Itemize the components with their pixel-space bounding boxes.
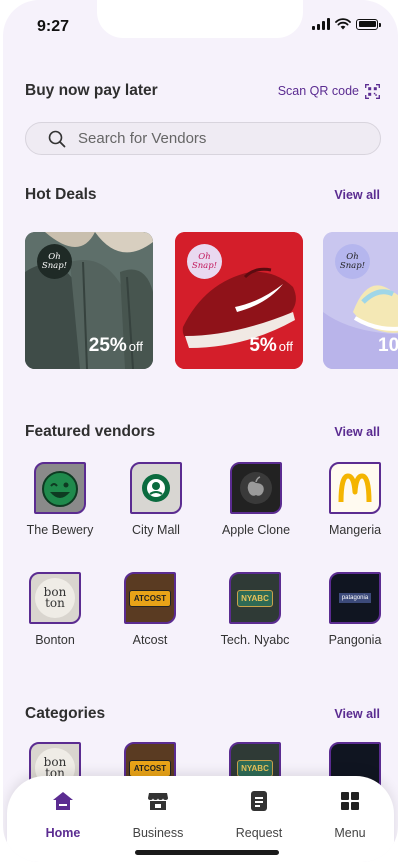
grid-icon — [341, 792, 359, 810]
patagonia-logo-text: patagonia — [338, 593, 372, 603]
battery-icon — [356, 18, 381, 30]
atcost-logo-text: ATCOST — [128, 759, 172, 777]
qr-code-icon — [365, 83, 380, 99]
vendor-name: Atcost — [132, 633, 168, 647]
scan-qr-label: Scan QR code — [277, 84, 359, 98]
vendor-name: Pangonia — [328, 633, 382, 647]
categories-title: Categories — [25, 705, 106, 722]
bnpl-title: Buy now pay later — [25, 82, 158, 99]
oh-snap-badge: Oh Snap! — [335, 244, 370, 279]
status-time: 9:27 — [37, 18, 70, 35]
deal-discount: 25% off — [89, 335, 143, 357]
nyabc-icon: NYABC — [229, 572, 281, 624]
hot-deals-carousel[interactable]: Oh Snap! 25% off Oh Snap! 5% off Oh Snap… — [3, 232, 398, 370]
apple-icon — [230, 462, 282, 514]
deal-suffix: off — [278, 339, 293, 354]
bonton-icon: bon ton — [29, 572, 81, 624]
search-icon — [48, 130, 66, 147]
featured-vendors-header: Featured vendors View all — [25, 423, 380, 441]
bnpl-header: Buy now pay later Scan QR code — [25, 82, 380, 100]
categories-view-all-link[interactable]: View all — [334, 707, 380, 721]
vendor-tech-nyabc[interactable]: NYABC Tech. Nyabc — [210, 572, 300, 647]
oh-snap-badge: Oh Snap! — [37, 244, 72, 279]
vendor-name: Apple Clone — [221, 523, 291, 537]
home-icon — [53, 792, 73, 810]
hot-deals-title: Hot Deals — [25, 186, 97, 203]
vendor-bonton[interactable]: bon ton Bonton — [10, 572, 100, 647]
deal-percent: 10 — [378, 335, 398, 356]
app-screen: 9:27 Buy now pay later Scan QR code Sear… — [3, 0, 398, 862]
wifi-icon — [335, 18, 351, 30]
mcdonalds-icon — [329, 462, 381, 514]
store-icon — [148, 793, 168, 810]
deal-card[interactable]: Oh Snap! 10 — [323, 232, 398, 369]
vendor-atcost[interactable]: ATCOST Atcost — [105, 572, 195, 647]
nav-label: Home — [45, 826, 81, 840]
status-bar: 9:27 — [3, 0, 398, 52]
deal-discount: 5% off — [249, 335, 293, 357]
vendor-the-bewery[interactable]: The Bewery — [15, 462, 105, 537]
nyabc-logo-text: NYABC — [237, 759, 273, 777]
deal-card[interactable]: Oh Snap! 25% off — [25, 232, 153, 369]
vendor-pangonia[interactable]: patagonia Pangonia — [310, 572, 398, 647]
deal-percent: 5% — [249, 335, 277, 356]
deal-card[interactable]: Oh Snap! 5% off — [175, 232, 303, 369]
deal-suffix: off — [128, 339, 143, 354]
vendor-name: Bonton — [35, 633, 75, 647]
home-indicator[interactable] — [135, 850, 279, 855]
notch — [97, 0, 303, 38]
nav-label: Business — [132, 826, 184, 840]
vendor-apple-clone[interactable]: Apple Clone — [211, 462, 301, 537]
vendor-name: The Bewery — [26, 523, 94, 537]
nav-business[interactable]: Business — [123, 790, 193, 840]
atcost-logo-text: ATCOST — [128, 589, 172, 607]
beer-smiley-icon — [34, 462, 86, 514]
scan-qr-button[interactable]: Scan QR code — [277, 83, 380, 99]
hot-deals-header: Hot Deals View all — [25, 186, 380, 204]
deal-badge-text: Oh Snap! — [191, 251, 218, 271]
featured-vendors-view-all-link[interactable]: View all — [334, 425, 380, 439]
nav-menu[interactable]: Menu — [315, 790, 385, 840]
nav-home[interactable]: Home — [28, 790, 98, 840]
featured-vendors-title: Featured vendors — [25, 423, 156, 440]
vendor-name: Tech. Nyabc — [220, 633, 290, 647]
nav-request[interactable]: Request — [224, 790, 294, 840]
starbucks-icon — [130, 462, 182, 514]
vendor-name: City Mall — [132, 523, 180, 537]
vendor-city-mall[interactable]: City Mall — [111, 462, 201, 537]
search-bar[interactable] — [25, 122, 381, 155]
deal-badge-text: Oh Snap! — [339, 251, 366, 271]
patagonia-icon: patagonia — [329, 572, 381, 624]
nav-label: Menu — [334, 826, 366, 840]
signal-icon — [312, 18, 330, 30]
nav-label: Request — [235, 826, 283, 840]
status-icons — [312, 18, 381, 30]
atcost-icon: ATCOST — [124, 572, 176, 624]
categories-header: Categories View all — [25, 705, 380, 723]
deal-percent: 25% — [88, 335, 127, 356]
vendor-mangeria[interactable]: Mangeria — [310, 462, 398, 537]
oh-snap-badge: Oh Snap! — [187, 244, 222, 279]
hot-deals-view-all-link[interactable]: View all — [334, 188, 380, 202]
nyabc-logo-text: NYABC — [237, 589, 273, 607]
bonton-logo-text: bon ton — [35, 578, 75, 618]
deal-discount: 10 — [378, 335, 398, 357]
bottom-nav: Home Business Request Menu — [7, 776, 394, 862]
deal-badge-text: Oh Snap! — [41, 251, 68, 271]
search-input[interactable] — [78, 130, 348, 147]
document-icon — [251, 791, 267, 811]
vendor-name: Mangeria — [328, 523, 382, 537]
